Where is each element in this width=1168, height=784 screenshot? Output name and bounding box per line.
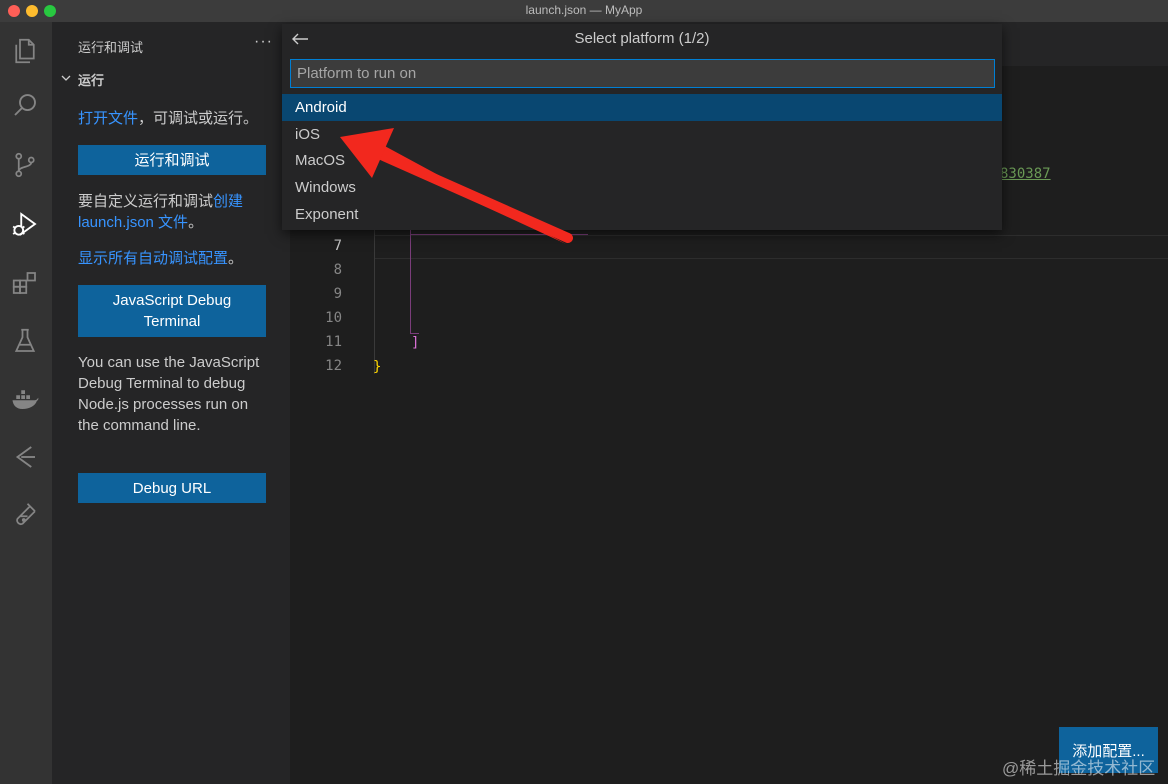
show-all-hint: 显示所有自动调试配置。: [78, 248, 278, 269]
activity-bar: [0, 22, 52, 784]
js-debug-terminal-button[interactable]: JavaScript Debug Terminal: [78, 285, 266, 337]
line-number: 11: [325, 334, 342, 350]
customize-hint: 要自定义运行和调试创建 launch.json 文件。: [78, 191, 278, 233]
current-line-highlight: [374, 235, 1168, 259]
platform-search-input[interactable]: [290, 59, 995, 88]
code-brace: }: [373, 359, 382, 375]
line-number: 7: [333, 238, 342, 254]
run-debug-icon[interactable]: [8, 207, 42, 241]
platform-option-ios[interactable]: iOS: [282, 121, 1002, 148]
bracket-guide-bottom: [410, 333, 419, 334]
docker-icon[interactable]: [8, 382, 42, 416]
open-file-link[interactable]: 打开文件: [78, 110, 138, 127]
line-number: 9: [333, 286, 342, 302]
title-bar: launch.json — MyApp: [0, 0, 1168, 22]
git-graph-icon[interactable]: [8, 440, 42, 474]
section-header-run[interactable]: 运行: [60, 70, 104, 89]
indent-guide: [374, 230, 375, 374]
create-link[interactable]: 创建: [213, 193, 243, 210]
code-bracket: ]: [411, 335, 420, 351]
line-number: 8: [333, 262, 342, 278]
more-actions-button[interactable]: ···: [254, 33, 273, 51]
line-number: 10: [325, 310, 342, 326]
debug-url-button[interactable]: Debug URL: [78, 473, 266, 503]
customize-text: 要自定义运行和调试: [78, 193, 214, 210]
line-number: 12: [325, 358, 342, 374]
js-terminal-description: You can use the JavaScript Debug Termina…: [78, 354, 260, 434]
launch-json-link[interactable]: launch.json 文件: [78, 214, 188, 231]
source-control-icon[interactable]: [8, 148, 42, 182]
show-all-configs-link[interactable]: 显示所有自动调试配置: [78, 250, 228, 267]
open-file-hint-text: ，可调试或运行。: [138, 110, 259, 127]
files-icon[interactable]: [8, 34, 42, 68]
open-file-hint: 打开文件，可调试或运行。: [78, 108, 278, 129]
select-platform-quick-pick: Select platform (1/2) Android iOS MacOS …: [282, 24, 1002, 230]
platform-option-macos[interactable]: MacOS: [282, 147, 1002, 174]
bracket-guide-top: [410, 234, 588, 235]
flask-icon[interactable]: [8, 498, 42, 532]
platform-option-exponent[interactable]: Exponent: [282, 201, 1002, 228]
section-label: 运行: [78, 73, 105, 88]
testing-icon[interactable]: [8, 324, 42, 358]
bracket-guide: [410, 230, 411, 334]
quick-pick-title: Select platform (1/2): [574, 30, 710, 47]
platform-option-windows[interactable]: Windows: [282, 174, 1002, 201]
search-icon[interactable]: [8, 88, 42, 122]
show-all-period: 。: [228, 250, 244, 267]
code-number-fragment: 830387: [1000, 166, 1051, 182]
run-debug-sidebar: 运行和调试 ··· 运行 打开文件，可调试或运行。 运行和调试 要自定义运行和调…: [52, 22, 290, 784]
run-and-debug-button[interactable]: 运行和调试: [78, 145, 266, 175]
watermark: @稀土掘金技术社区: [1002, 759, 1156, 778]
platform-option-android[interactable]: Android: [282, 94, 1002, 121]
window-title: launch.json — MyApp: [525, 3, 643, 17]
customize-period: 。: [188, 214, 204, 231]
extensions-icon[interactable]: [8, 266, 42, 300]
sidebar-title: 运行和调试: [78, 40, 144, 55]
chevron-down-icon: [60, 72, 74, 87]
